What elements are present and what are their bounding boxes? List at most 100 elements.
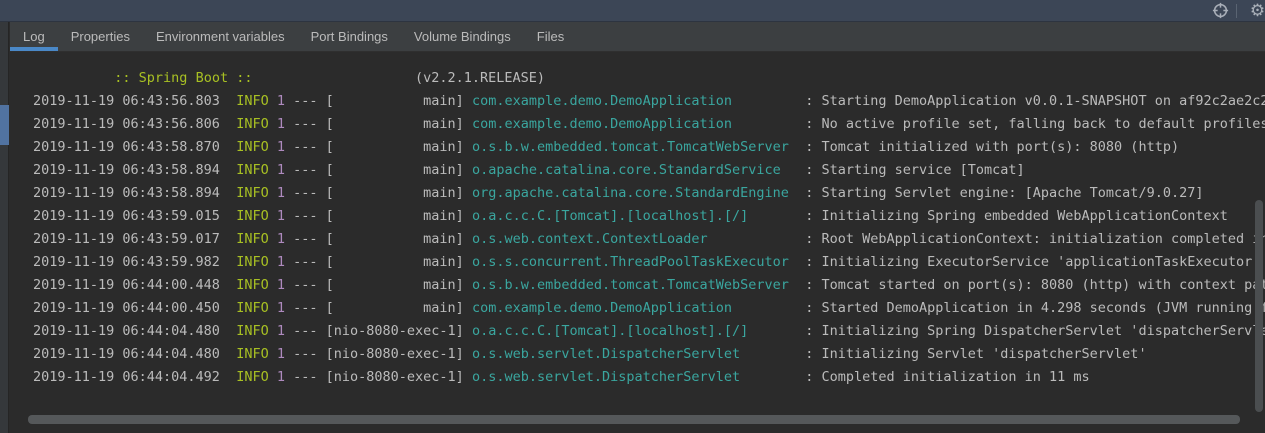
- left-rail-thumb[interactable]: [0, 105, 9, 145]
- log-pid: 1: [277, 93, 285, 109]
- log-space: [269, 369, 277, 385]
- log-thread: [ main]: [326, 139, 472, 155]
- log-thread: [ main]: [326, 185, 472, 201]
- log-level: INFO: [236, 300, 269, 316]
- tab-port-bindings-label: Port Bindings: [311, 29, 388, 44]
- log-line: 2019-11-19 06:44:04.480 INFO 1 --- [nio-…: [33, 320, 1265, 343]
- spring-boot-banner-line: :: Spring Boot :: (v2.2.1.RELEASE): [33, 52, 1265, 67]
- vertical-scrollbar-thumb[interactable]: [1255, 200, 1263, 412]
- gear-glyph: ⚙: [1250, 0, 1265, 22]
- log-space: [269, 323, 277, 339]
- log-thread: [ main]: [326, 254, 472, 270]
- log-space: [269, 277, 277, 293]
- log-separator: ---: [285, 139, 326, 155]
- titlebar-divider: [1236, 4, 1237, 18]
- log-logger: com.example.demo.DemoApplication: [472, 116, 805, 132]
- log-logger: o.apache.catalina.core.StandardService: [472, 162, 805, 178]
- log-line: 2019-11-19 06:44:04.492 INFO 1 --- [nio-…: [33, 366, 1265, 389]
- log-message: : Tomcat started on port(s): 8080 (http)…: [805, 277, 1265, 293]
- log-separator: ---: [285, 277, 326, 293]
- log-line: 2019-11-19 06:43:59.982 INFO 1 --- [ mai…: [33, 251, 1265, 274]
- banner-version-text: (v2.2.1.RELEASE): [415, 70, 545, 86]
- log-pid: 1: [277, 162, 285, 178]
- log-line: 2019-11-19 06:43:59.015 INFO 1 --- [ mai…: [33, 205, 1265, 228]
- tab-log-label: Log: [23, 29, 45, 44]
- log-level: INFO: [236, 369, 269, 385]
- log-pid: 1: [277, 185, 285, 201]
- log-line: 2019-11-19 06:43:56.806 INFO 1 --- [ mai…: [33, 113, 1265, 136]
- log-thread: [ main]: [326, 116, 472, 132]
- log-level: INFO: [236, 323, 269, 339]
- tab-files[interactable]: Files: [524, 22, 577, 51]
- log-space: [269, 162, 277, 178]
- tab-volume-bindings-label: Volume Bindings: [414, 29, 511, 44]
- log-timestamp: 2019-11-19 06:43:59.982: [33, 254, 236, 270]
- log-separator: ---: [285, 93, 326, 109]
- log-logger: com.example.demo.DemoApplication: [472, 300, 805, 316]
- log-line: 2019-11-19 06:43:56.803 INFO 1 --- [ mai…: [33, 90, 1265, 113]
- log-logger: com.example.demo.DemoApplication: [472, 93, 805, 109]
- log-pid: 1: [277, 116, 285, 132]
- crosshair-icon[interactable]: [1208, 0, 1232, 22]
- log-message: : Initializing ExecutorService 'applicat…: [805, 254, 1260, 270]
- log-timestamp: 2019-11-19 06:43:56.806: [33, 116, 236, 132]
- log-logger: o.a.c.c.C.[Tomcat].[localhost].[/]: [472, 323, 805, 339]
- log-timestamp: 2019-11-19 06:44:00.450: [33, 300, 236, 316]
- log-timestamp: 2019-11-19 06:44:00.448: [33, 277, 236, 293]
- log-timestamp: 2019-11-19 06:43:56.803: [33, 93, 236, 109]
- tab-port-bindings[interactable]: Port Bindings: [298, 22, 401, 51]
- log-separator: ---: [285, 208, 326, 224]
- tab-properties-label: Properties: [71, 29, 130, 44]
- log-pre: :: Spring Boot :: (v2.2.1.RELEASE) 2019-…: [10, 52, 1265, 389]
- log-level: INFO: [236, 162, 269, 178]
- log-pid: 1: [277, 231, 285, 247]
- services-log-window: ⚙ Log Properties Environment variables P…: [0, 0, 1265, 433]
- log-line: 2019-11-19 06:44:04.480 INFO 1 --- [nio-…: [33, 343, 1265, 366]
- log-logger: o.s.web.servlet.DispatcherServlet: [472, 346, 805, 362]
- log-message: : Starting DemoApplication v0.0.1-SNAPSH…: [805, 93, 1265, 109]
- log-pid: 1: [277, 277, 285, 293]
- log-line: 2019-11-19 06:43:58.894 INFO 1 --- [ mai…: [33, 182, 1265, 205]
- tab-environment-variables[interactable]: Environment variables: [143, 22, 298, 51]
- tab-bar: Log Properties Environment variables Por…: [10, 22, 1265, 52]
- log-lines: 2019-11-19 06:43:56.803 INFO 1 --- [ mai…: [33, 90, 1265, 389]
- gear-icon[interactable]: ⚙: [1241, 0, 1265, 22]
- log-timestamp: 2019-11-19 06:43:59.015: [33, 208, 236, 224]
- log-separator: ---: [285, 162, 326, 178]
- log-logger: o.a.c.c.C.[Tomcat].[localhost].[/]: [472, 208, 805, 224]
- log-console[interactable]: :: Spring Boot :: (v2.2.1.RELEASE) 2019-…: [10, 52, 1265, 433]
- log-message: : Starting service [Tomcat]: [805, 162, 1024, 178]
- log-logger: o.s.s.concurrent.ThreadPoolTaskExecutor: [472, 254, 805, 270]
- log-message: : Starting Servlet engine: [Apache Tomca…: [805, 185, 1203, 201]
- horizontal-scrollbar-thumb[interactable]: [28, 415, 1240, 424]
- tab-volume-bindings[interactable]: Volume Bindings: [401, 22, 524, 51]
- log-logger: o.s.web.servlet.DispatcherServlet: [472, 369, 805, 385]
- tab-properties[interactable]: Properties: [58, 22, 143, 51]
- banner-green-text: :: Spring Boot ::: [98, 70, 415, 86]
- log-space: [269, 185, 277, 201]
- log-message: : Initializing Spring DispatcherServlet …: [805, 323, 1265, 339]
- log-level: INFO: [236, 346, 269, 362]
- log-level: INFO: [236, 93, 269, 109]
- left-rail: [0, 22, 9, 433]
- log-separator: ---: [285, 346, 326, 362]
- log-pid: 1: [277, 323, 285, 339]
- log-line: 2019-11-19 06:44:00.450 INFO 1 --- [ mai…: [33, 297, 1265, 320]
- log-separator: ---: [285, 231, 326, 247]
- log-thread: [nio-8080-exec-1]: [326, 369, 472, 385]
- log-thread: [ main]: [326, 300, 472, 316]
- log-timestamp: 2019-11-19 06:44:04.492: [33, 369, 236, 385]
- log-pid: 1: [277, 254, 285, 270]
- log-level: INFO: [236, 277, 269, 293]
- log-separator: ---: [285, 185, 326, 201]
- log-timestamp: 2019-11-19 06:43:58.894: [33, 162, 236, 178]
- log-level: INFO: [236, 231, 269, 247]
- log-timestamp: 2019-11-19 06:44:04.480: [33, 323, 236, 339]
- tab-files-label: Files: [537, 29, 564, 44]
- log-level: INFO: [236, 139, 269, 155]
- tab-log[interactable]: Log: [10, 22, 58, 51]
- log-separator: ---: [285, 323, 326, 339]
- log-space: [269, 208, 277, 224]
- log-message: : Initializing Spring embedded WebApplic…: [805, 208, 1228, 224]
- log-separator: ---: [285, 254, 326, 270]
